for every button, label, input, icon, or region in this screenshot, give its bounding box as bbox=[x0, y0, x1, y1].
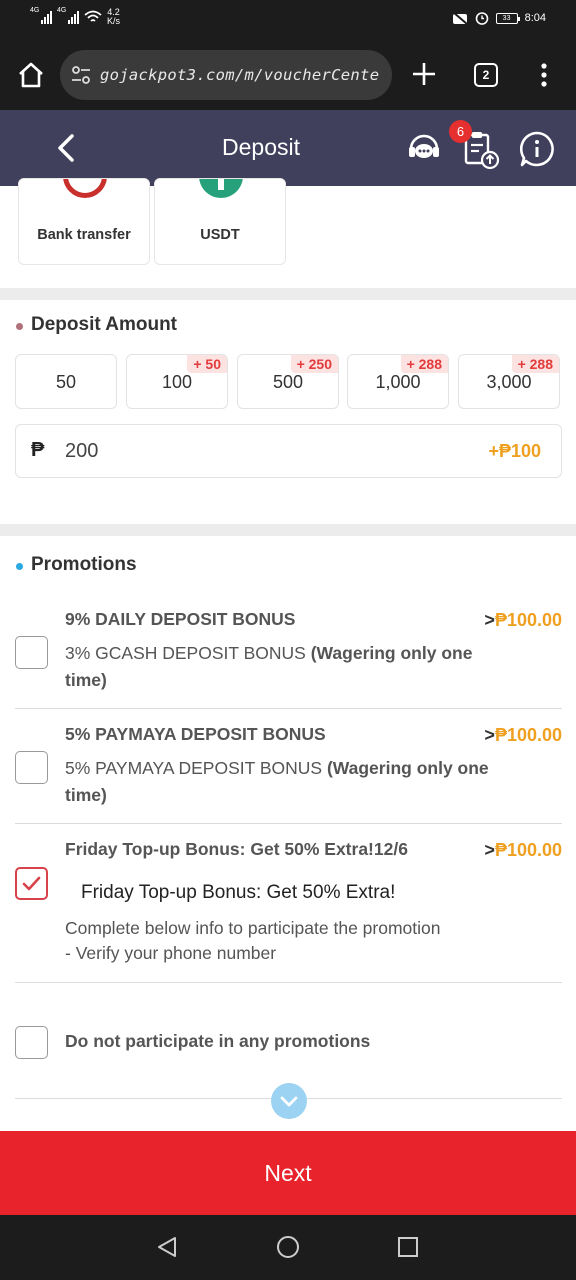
customer-service-icon[interactable] bbox=[406, 130, 442, 166]
signal-icon-2: 4G bbox=[57, 7, 79, 24]
status-right: 33 8:04 bbox=[451, 11, 546, 25]
new-tab-icon[interactable] bbox=[410, 60, 438, 88]
amount-value: 1,000 bbox=[375, 372, 421, 392]
section-dot bbox=[16, 323, 23, 330]
divider-line bbox=[15, 823, 562, 824]
promotion-amount: >₱100.00 bbox=[484, 610, 562, 631]
url-text: gojackpot3.com/m/voucherCente bbox=[100, 66, 380, 84]
amount-input-value: 200 bbox=[65, 440, 99, 462]
bank-transfer-icon bbox=[63, 179, 107, 198]
promotion-checkbox-checked[interactable] bbox=[15, 867, 48, 900]
chevron-down-icon bbox=[280, 1096, 298, 1107]
amount-option-50[interactable]: 50 bbox=[15, 354, 117, 409]
amount-bonus-badge: + 288 bbox=[511, 355, 559, 373]
network-type-1: 4G bbox=[30, 7, 40, 14]
divider-line bbox=[15, 708, 562, 709]
amount-bonus-badge: + 250 bbox=[290, 355, 338, 373]
payment-method-bank-transfer[interactable]: Bank transfer bbox=[18, 178, 150, 265]
nav-recents-icon[interactable] bbox=[397, 1236, 419, 1258]
page-title: Deposit bbox=[222, 134, 300, 160]
promotion-desc-text: 5% PAYMAYA DEPOSIT BONUS bbox=[65, 758, 327, 778]
promotion-amount: >₱100.00 bbox=[484, 840, 562, 861]
requirement-line: - Verify your phone number bbox=[65, 943, 277, 963]
battery-icon: 33 bbox=[495, 12, 520, 24]
clock: 8:04 bbox=[524, 12, 546, 24]
amount-option-100[interactable]: + 50 100 bbox=[126, 354, 228, 409]
promotion-item[interactable]: 5% PAYMAYA DEPOSIT BONUS >₱100.00 5% PAY… bbox=[15, 721, 562, 824]
amount-bonus-badge: + 288 bbox=[400, 355, 448, 373]
checkmark-icon bbox=[22, 876, 41, 891]
deposit-amount-title: Deposit Amount bbox=[31, 314, 178, 335]
amount-option-1000[interactable]: + 288 1,000 bbox=[347, 354, 449, 409]
address-bar[interactable]: gojackpot3.com/m/voucherCente bbox=[60, 50, 392, 100]
promotion-item[interactable]: 9% DAILY DEPOSIT BONUS >₱100.00 3% GCASH… bbox=[15, 606, 562, 709]
records-badge: 6 bbox=[449, 120, 472, 143]
scroll-down-button[interactable] bbox=[271, 1083, 307, 1119]
amount-input-bonus: +₱100 bbox=[488, 441, 541, 461]
amount-bonus-badge: + 50 bbox=[187, 355, 227, 373]
next-button[interactable]: Next bbox=[0, 1131, 576, 1215]
divider-line bbox=[15, 982, 562, 983]
network-type-2: 4G bbox=[57, 7, 67, 14]
promotion-amount-value: ₱100.00 bbox=[494, 725, 562, 745]
promotion-title: 9% DAILY DEPOSIT BONUS bbox=[65, 609, 296, 629]
amount-value: 3,000 bbox=[486, 372, 532, 392]
no-camera-icon bbox=[451, 11, 468, 25]
amount-value: 500 bbox=[272, 372, 304, 392]
signal-icon: 4G bbox=[30, 7, 52, 24]
promotion-description: 3% GCASH DEPOSIT BONUS (Wagering only on… bbox=[65, 640, 505, 694]
amount-prefix: > bbox=[484, 610, 495, 630]
section-divider bbox=[0, 288, 576, 300]
promotion-checkbox[interactable] bbox=[15, 636, 48, 669]
tab-count: 2 bbox=[482, 68, 490, 82]
nav-home-icon[interactable] bbox=[276, 1235, 300, 1259]
amount-value: 100 bbox=[161, 372, 193, 392]
promotion-description: 5% PAYMAYA DEPOSIT BONUS (Wagering only … bbox=[65, 755, 505, 809]
browser-toolbar: gojackpot3.com/m/voucherCente 2 bbox=[0, 38, 576, 110]
requirement-line: Complete below info to participate the p… bbox=[65, 918, 441, 938]
promotion-checkbox[interactable] bbox=[15, 751, 48, 784]
network-speed: 4.2 K/s bbox=[107, 8, 120, 26]
alarm-icon bbox=[475, 12, 488, 25]
wifi-icon bbox=[84, 10, 102, 22]
promotion-title: 5% PAYMAYA DEPOSIT BONUS bbox=[65, 724, 326, 744]
no-promotion-label: Do not participate in any promotions bbox=[65, 1031, 371, 1051]
currency-symbol: ₱ bbox=[31, 439, 45, 461]
battery-level: 33 bbox=[502, 14, 511, 22]
payment-method-label: Bank transfer bbox=[37, 227, 131, 243]
promotion-amount-value: ₱100.00 bbox=[494, 840, 562, 860]
status-left: 4G 4G 4.2 K/s bbox=[30, 7, 120, 26]
speed-unit: K/s bbox=[107, 16, 121, 26]
amount-value: 50 bbox=[55, 372, 77, 392]
payment-method-usdt[interactable]: USDT bbox=[154, 178, 286, 265]
site-settings-icon[interactable] bbox=[70, 64, 92, 86]
amount-option-500[interactable]: + 250 500 bbox=[237, 354, 339, 409]
deposit-amount-input[interactable]: ₱ 200 +₱100 bbox=[15, 424, 562, 478]
promotion-desc-text: 3% GCASH DEPOSIT BONUS bbox=[65, 643, 311, 663]
section-divider bbox=[0, 524, 576, 536]
info-icon[interactable] bbox=[518, 130, 556, 168]
section-dot bbox=[16, 563, 23, 570]
home-icon[interactable] bbox=[16, 60, 46, 90]
status-bar: 4G 4G 4.2 K/s 33 8:04 bbox=[0, 0, 576, 38]
promotion-headline: Friday Top-up Bonus: Get 50% Extra! bbox=[81, 882, 396, 903]
system-nav-bar bbox=[0, 1215, 576, 1280]
browser-menu-icon[interactable] bbox=[536, 62, 552, 88]
no-promotion-checkbox[interactable] bbox=[15, 1026, 48, 1059]
amount-prefix: > bbox=[484, 840, 495, 860]
promotion-item-selected[interactable]: Friday Top-up Bonus: Get 50% Extra!12/6 … bbox=[15, 836, 562, 984]
promotions-title: Promotions bbox=[31, 554, 137, 575]
tab-switcher-button[interactable]: 2 bbox=[474, 63, 498, 87]
app-header: Deposit bbox=[0, 110, 576, 186]
usdt-icon bbox=[199, 179, 243, 198]
promotion-requirements: Complete below info to participate the p… bbox=[65, 916, 545, 966]
promotion-title: Friday Top-up Bonus: Get 50% Extra!12/6 bbox=[65, 839, 408, 859]
no-promotion-option[interactable]: Do not participate in any promotions bbox=[15, 1025, 562, 1065]
payment-method-label: USDT bbox=[200, 227, 240, 243]
amount-prefix: > bbox=[484, 725, 495, 745]
promotion-amount-value: ₱100.00 bbox=[494, 610, 562, 630]
promotion-amount: >₱100.00 bbox=[484, 725, 562, 746]
nav-back-icon[interactable] bbox=[155, 1235, 179, 1259]
amount-option-3000[interactable]: + 288 3,000 bbox=[458, 354, 560, 409]
